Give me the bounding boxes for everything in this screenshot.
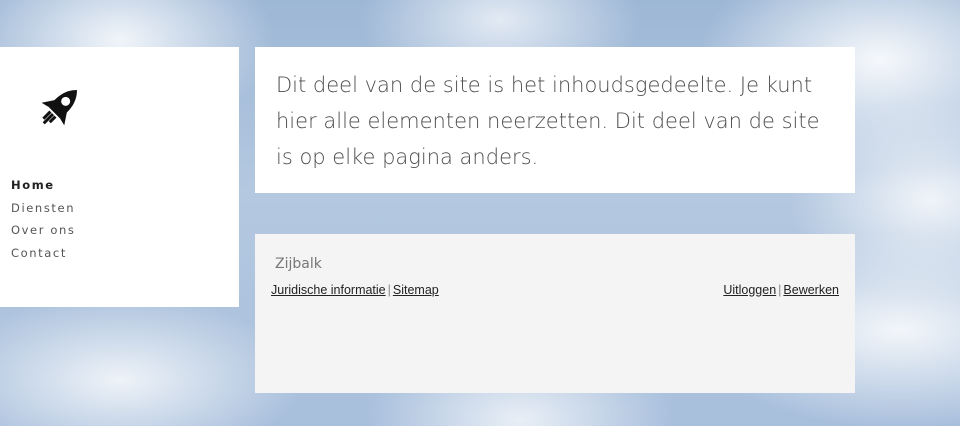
content-section: Dit deel van de site is het inhoudsgedee…	[255, 47, 855, 193]
link-separator: |	[387, 283, 391, 297]
nav-item-over-ons[interactable]: Over ons	[11, 219, 75, 242]
sidebar-panel: Home Diensten Over ons Contact	[0, 47, 239, 307]
zijbalk-section: Zijbalk Juridische informatie | Sitemap Ui…	[255, 234, 855, 393]
sitemap-link[interactable]: Sitemap	[393, 283, 439, 297]
main-navigation: Home Diensten Over ons Contact	[11, 174, 75, 264]
bewerken-link[interactable]: Bewerken	[783, 283, 839, 297]
link-separator: |	[778, 283, 782, 297]
zijbalk-title: Zijbalk	[275, 256, 322, 272]
juridische-informatie-link[interactable]: Juridische informatie	[271, 283, 386, 297]
uitloggen-link[interactable]: Uitloggen	[723, 283, 776, 297]
content-text: Dit deel van de site is het inhoudsgedee…	[276, 73, 820, 169]
nav-item-diensten[interactable]: Diensten	[11, 197, 75, 220]
rocket-icon[interactable]	[34, 81, 86, 133]
footer-left-links: Juridische informatie | Sitemap	[271, 283, 439, 297]
footer-right-links: Uitloggen | Bewerken	[723, 283, 839, 297]
nav-item-contact[interactable]: Contact	[11, 242, 75, 265]
nav-item-home[interactable]: Home	[11, 174, 75, 197]
